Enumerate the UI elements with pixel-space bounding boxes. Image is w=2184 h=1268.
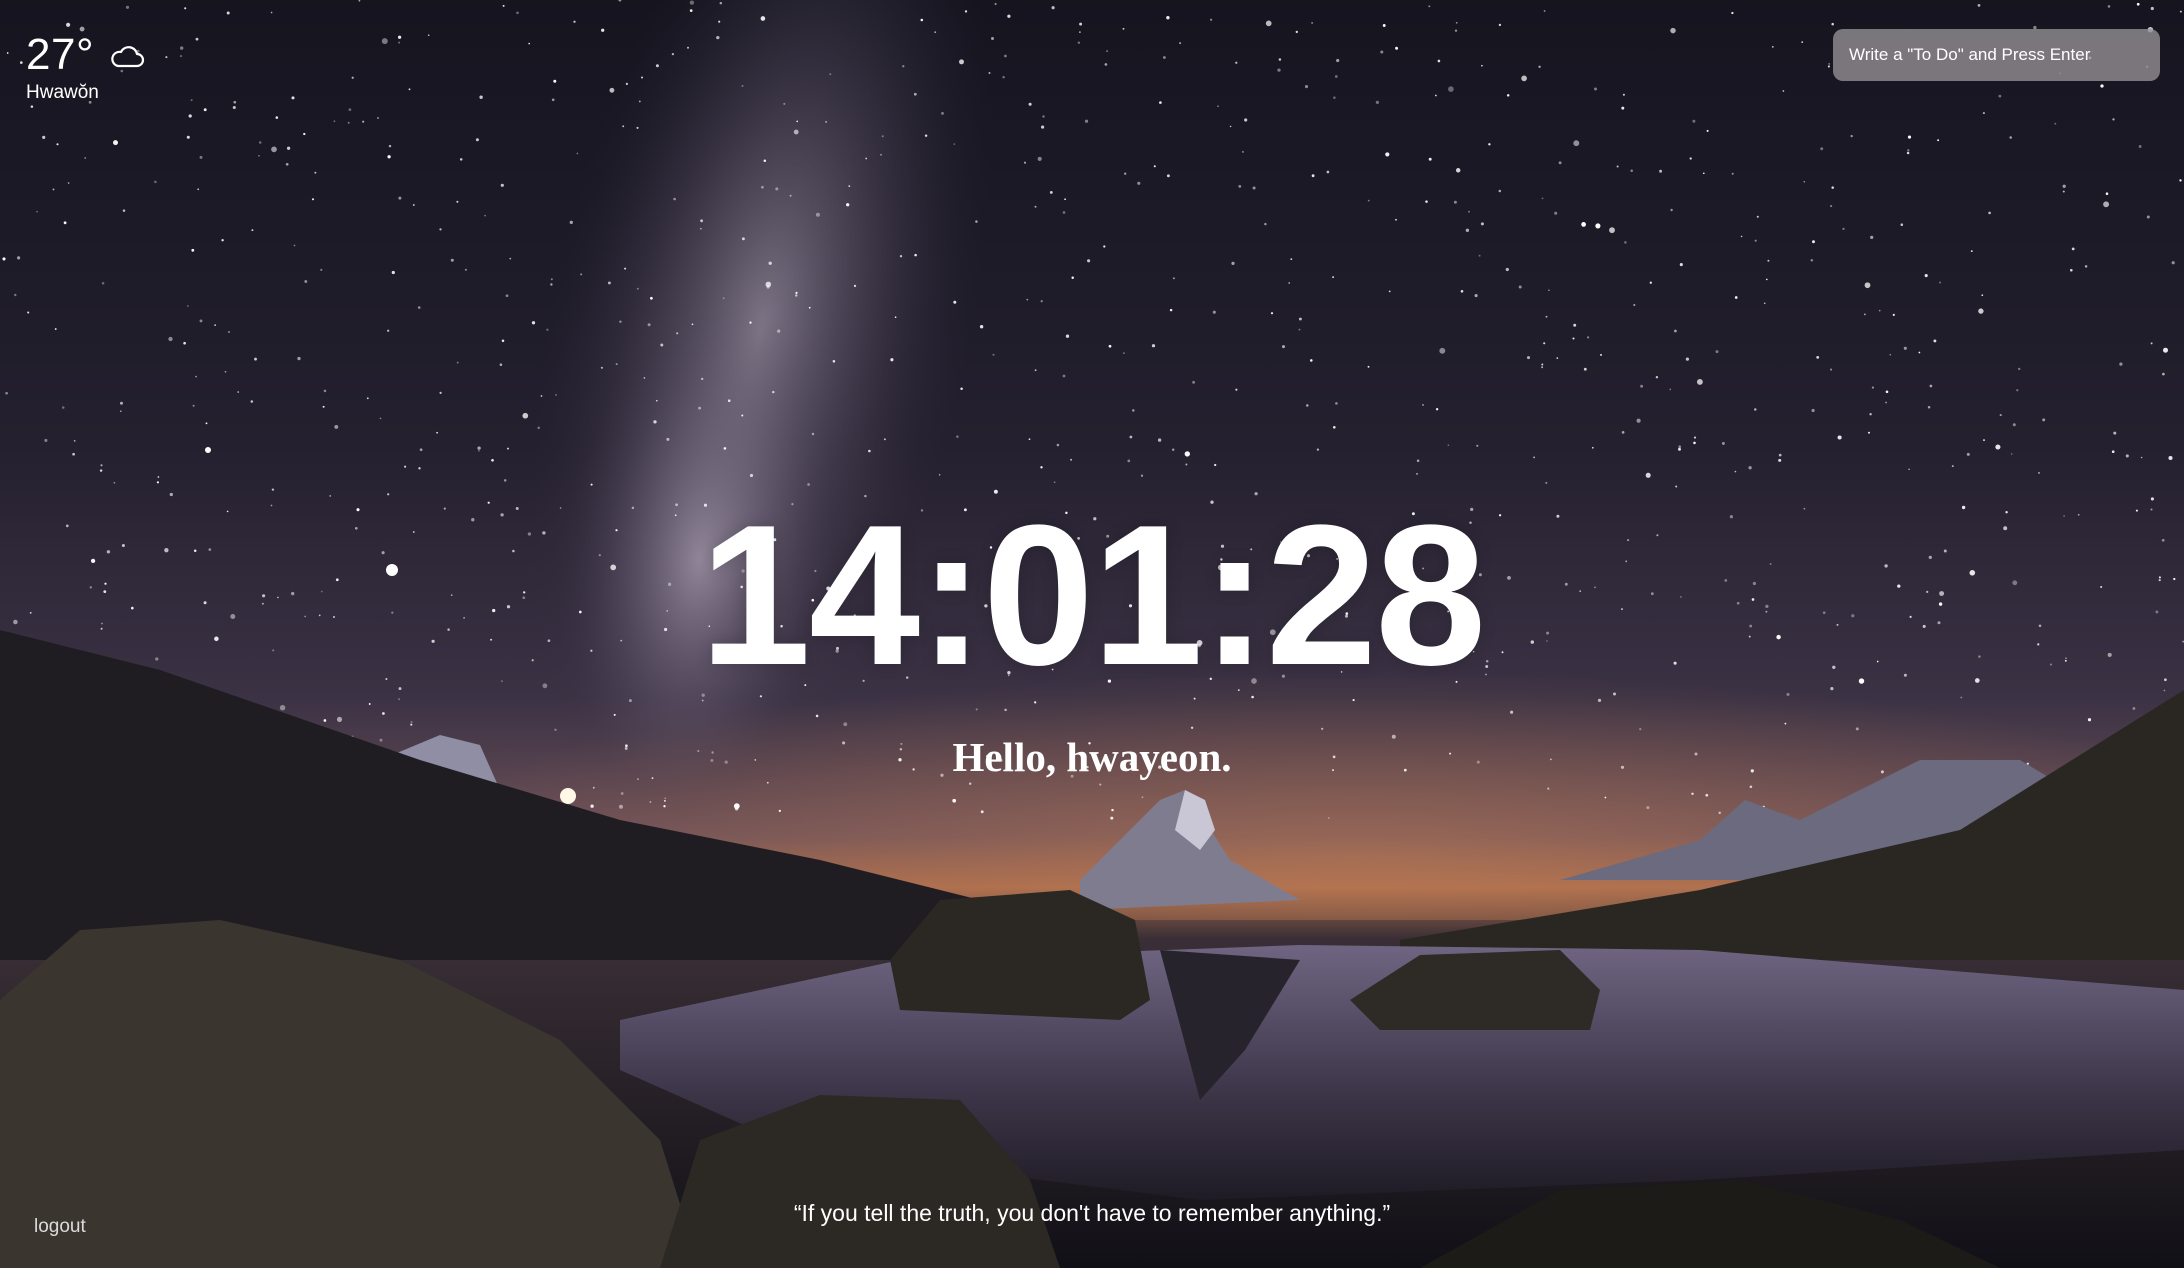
temperature: 27° <box>26 30 95 79</box>
cloud-icon <box>111 46 145 68</box>
greeting: Hello, hwayeon. <box>952 734 1232 780</box>
todo-input[interactable] <box>1833 29 2160 81</box>
weather-row: 27° <box>26 30 146 80</box>
page: 27° Hwawŏn 14:01:28 Hello, hwayeon. “If … <box>0 0 2184 1268</box>
quote: “If you tell the truth, you don't have t… <box>793 1200 1391 1226</box>
weather-widget: 27° Hwawŏn <box>26 30 146 104</box>
clock: 14:01:28 <box>699 484 1487 707</box>
city-name: Hwawŏn <box>26 82 99 103</box>
logout-link[interactable]: logout <box>34 1215 86 1239</box>
